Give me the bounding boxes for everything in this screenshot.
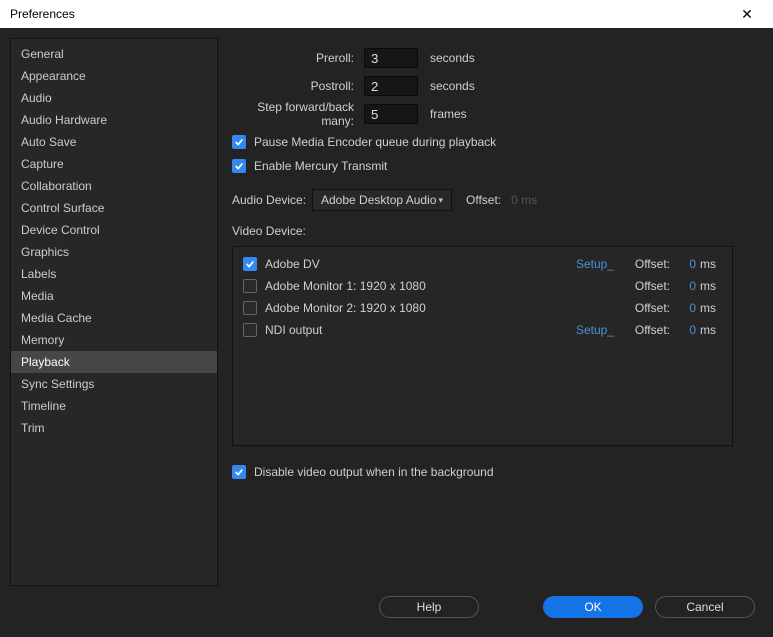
audio-offset-label: Offset: xyxy=(466,193,501,207)
video-device-offset-unit: ms xyxy=(700,257,722,271)
sidebar-item-media-cache[interactable]: Media Cache xyxy=(11,307,217,329)
video-device-list: Adobe DVSetup_Offset:0msAdobe Monitor 1:… xyxy=(232,246,733,446)
audio-device-value: Adobe Desktop Audio xyxy=(321,193,436,207)
sidebar-item-control-surface[interactable]: Control Surface xyxy=(11,197,217,219)
postroll-input[interactable] xyxy=(364,76,418,96)
video-device-checkbox[interactable] xyxy=(243,257,257,271)
playback-panel: Preroll: seconds Postroll: seconds Step … xyxy=(218,38,763,586)
sidebar-item-appearance[interactable]: Appearance xyxy=(11,65,217,87)
video-device-offset-label: Offset: xyxy=(628,323,670,337)
footer: Help OK Cancel xyxy=(0,586,773,618)
disable-bg-label: Disable video output when in the backgro… xyxy=(254,465,494,479)
sidebar-item-general[interactable]: General xyxy=(11,43,217,65)
video-device-checkbox[interactable] xyxy=(243,323,257,337)
audio-offset-value: 0 ms xyxy=(511,193,537,207)
audio-device-select[interactable]: Adobe Desktop Audio ▾ xyxy=(312,189,452,211)
sidebar-item-audio-hardware[interactable]: Audio Hardware xyxy=(11,109,217,131)
step-input[interactable] xyxy=(364,104,418,124)
video-device-setup-link[interactable]: Setup_ xyxy=(576,257,624,271)
video-device-row: Adobe Monitor 1: 1920 x 1080 Offset:0 ms xyxy=(243,275,722,297)
video-device-offset-unit: ms xyxy=(700,323,722,337)
ok-button[interactable]: OK xyxy=(543,596,643,618)
sidebar-item-capture[interactable]: Capture xyxy=(11,153,217,175)
postroll-label: Postroll: xyxy=(232,79,364,93)
sidebar-item-collaboration[interactable]: Collaboration xyxy=(11,175,217,197)
video-device-offset-value[interactable]: 0 xyxy=(670,279,696,293)
sidebar-item-trim[interactable]: Trim xyxy=(11,417,217,439)
video-device-offset-unit: ms xyxy=(700,279,722,293)
sidebar-item-audio[interactable]: Audio xyxy=(11,87,217,109)
disable-bg-checkbox[interactable] xyxy=(232,465,246,479)
video-device-checkbox[interactable] xyxy=(243,279,257,293)
video-device-offset-value[interactable]: 0 xyxy=(670,323,696,337)
title-bar: Preferences ✕ xyxy=(0,0,773,28)
video-device-checkbox[interactable] xyxy=(243,301,257,315)
sidebar: GeneralAppearanceAudioAudio HardwareAuto… xyxy=(10,38,218,586)
pause-media-checkbox[interactable] xyxy=(232,135,246,149)
sidebar-item-sync-settings[interactable]: Sync Settings xyxy=(11,373,217,395)
video-device-name: Adobe Monitor 2: 1920 x 1080 xyxy=(265,301,576,315)
preroll-unit: seconds xyxy=(430,51,475,65)
close-icon[interactable]: ✕ xyxy=(727,6,767,23)
video-device-name: Adobe DV xyxy=(265,257,576,271)
mercury-checkbox[interactable] xyxy=(232,159,246,173)
sidebar-item-memory[interactable]: Memory xyxy=(11,329,217,351)
pause-media-label: Pause Media Encoder queue during playbac… xyxy=(254,135,496,149)
video-device-offset-value[interactable]: 0 xyxy=(670,257,696,271)
video-device-row: Adobe Monitor 2: 1920 x 1080 Offset:0 ms xyxy=(243,297,722,319)
audio-device-label: Audio Device: xyxy=(232,193,312,207)
sidebar-item-labels[interactable]: Labels xyxy=(11,263,217,285)
postroll-unit: seconds xyxy=(430,79,475,93)
video-device-row: NDI outputSetup_ Offset:0 ms xyxy=(243,319,722,341)
video-device-offset-value[interactable]: 0 xyxy=(670,301,696,315)
video-device-offset-unit: ms xyxy=(700,301,722,315)
sidebar-item-media[interactable]: Media xyxy=(11,285,217,307)
chevron-down-icon: ▾ xyxy=(438,195,443,206)
video-device-offset-label: Offset: xyxy=(628,257,670,271)
content: GeneralAppearanceAudioAudio HardwareAuto… xyxy=(0,28,773,586)
sidebar-item-timeline[interactable]: Timeline xyxy=(11,395,217,417)
video-device-label: Video Device: xyxy=(232,224,733,238)
mercury-label: Enable Mercury Transmit xyxy=(254,159,387,173)
preroll-input[interactable] xyxy=(364,48,418,68)
cancel-button[interactable]: Cancel xyxy=(655,596,755,618)
preroll-label: Preroll: xyxy=(232,51,364,65)
sidebar-item-device-control[interactable]: Device Control xyxy=(11,219,217,241)
video-device-row: Adobe DVSetup_ Offset:0 ms xyxy=(243,253,722,275)
window-title: Preferences xyxy=(10,7,75,21)
video-device-name: NDI output xyxy=(265,323,576,337)
video-device-name: Adobe Monitor 1: 1920 x 1080 xyxy=(265,279,576,293)
step-label: Step forward/back many: xyxy=(232,100,364,128)
help-button[interactable]: Help xyxy=(379,596,479,618)
video-device-setup-link[interactable]: Setup_ xyxy=(576,323,624,337)
sidebar-item-auto-save[interactable]: Auto Save xyxy=(11,131,217,153)
sidebar-item-graphics[interactable]: Graphics xyxy=(11,241,217,263)
video-device-offset-label: Offset: xyxy=(628,301,670,315)
step-unit: frames xyxy=(430,107,467,121)
sidebar-item-playback[interactable]: Playback xyxy=(11,351,217,373)
video-device-offset-label: Offset: xyxy=(628,279,670,293)
